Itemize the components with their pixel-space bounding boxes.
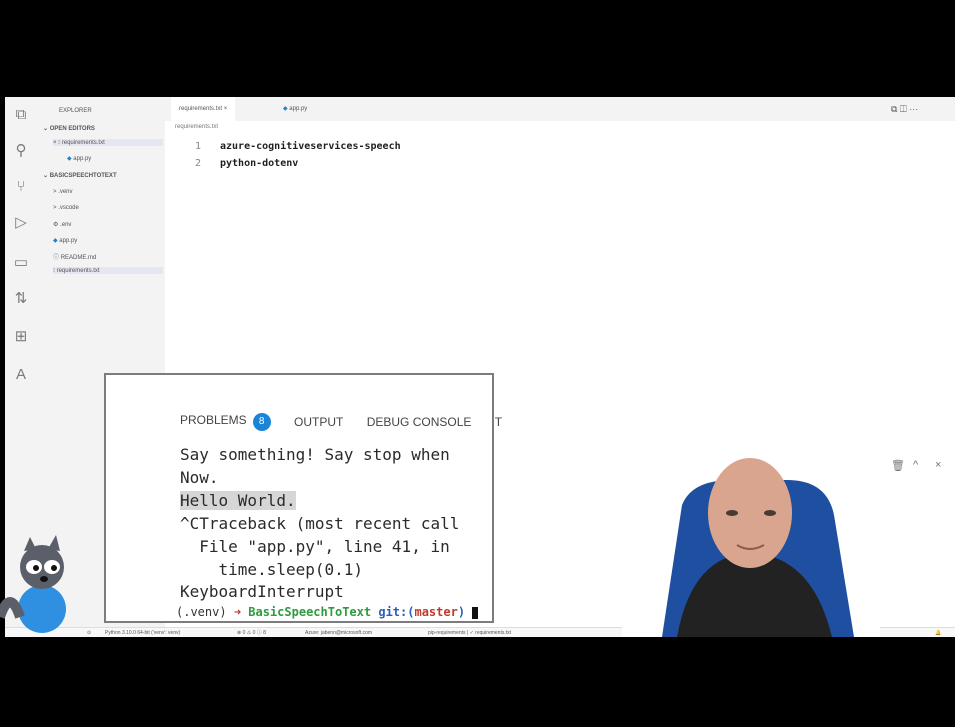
editor-tabs: requirements.txt × ◆ app.py ⧉ ◫ ⋯ [165, 97, 955, 121]
python-file-icon: ◆ [53, 238, 58, 244]
prompt-dir: BasicSpeechToText [248, 605, 372, 619]
prompt-branch: master [414, 605, 458, 619]
terminal-line: KeyboardInterrupt [180, 582, 344, 601]
face [708, 458, 792, 568]
python-file-icon: ◆ [67, 156, 72, 162]
source-control-icon[interactable]: ⑂ [11, 177, 31, 197]
tab-debug-console[interactable]: DEBUG CONSOLE [367, 415, 472, 429]
tree-item-label: requirements.txt [56, 268, 100, 274]
tree-item-label: .env [60, 222, 72, 228]
problems-count-badge: 8 [252, 413, 271, 431]
open-editor-item[interactable]: × ⁝ requirements.txt [53, 139, 163, 146]
terminal-line: time.sleep(0.1) [180, 560, 364, 579]
trash-icon[interactable]: 🗑 [891, 459, 905, 472]
open-editor-label: requirements.txt [61, 140, 105, 146]
python-file-icon: ◆ [283, 106, 288, 112]
code-line[interactable]: azure-cognitiveservices-speech [220, 141, 401, 152]
terminal-prompt[interactable]: (.venv) ➜ BasicSpeechToText git:(master) [176, 605, 479, 619]
terminal-line-selected[interactable]: Hello World. [180, 491, 296, 510]
info-icon: ⓘ [53, 255, 60, 261]
terminal-line: File "app.py", line 41, in [180, 537, 450, 556]
tree-item[interactable]: > .vscode [53, 205, 79, 211]
search-icon[interactable]: ⚲ [11, 141, 31, 161]
status-pip[interactable]: pip-requirements | ✓ requirements.txt [428, 628, 511, 637]
prompt-arrow-icon: ➜ [233, 605, 242, 619]
tab-label: requirements.txt [179, 106, 223, 112]
close-icon[interactable]: × [224, 106, 228, 112]
raccoon-mascot [0, 535, 66, 633]
zoom-callout: PROBLEMS 8 OUTPUT DEBUG CONSOLE T Say som… [104, 373, 502, 623]
folder-header[interactable]: ⌄ BASICSPEECHTOTEXT [43, 172, 117, 179]
prompt-env: (.venv) [176, 605, 227, 619]
line-number: 2 [195, 158, 202, 169]
webcam-overlay [622, 445, 880, 637]
extensions-icon[interactable]: ⊞ [11, 327, 31, 347]
prompt-git: git:( [378, 605, 415, 619]
open-editor-label: app.py [73, 156, 92, 162]
tab-requirements[interactable]: requirements.txt × [171, 97, 236, 121]
tab-label: PROBLEMS [180, 413, 247, 427]
remote-explorer-icon[interactable]: ▭ [11, 253, 31, 273]
terminal-cursor [472, 606, 479, 619]
tree-item[interactable]: ◆ app.py [53, 237, 77, 244]
status-azure[interactable]: Azure: jabenn@microsoft.com [305, 628, 372, 637]
status-remote-icon[interactable]: ⊙ [87, 628, 91, 637]
run-debug-icon[interactable]: ▷ [11, 213, 31, 233]
open-editors-label: OPEN EDITORS [49, 126, 95, 132]
tree-item-label: app.py [59, 238, 78, 244]
code-line[interactable]: python-dotenv [220, 158, 298, 169]
status-python[interactable]: Python 3.10.0 64-bit ('venv': venv) [105, 628, 180, 637]
tab-output[interactable]: OUTPUT [294, 415, 343, 429]
terminal-line: ^CTraceback (most recent call [180, 514, 460, 533]
tree-item-label: .vscode [58, 205, 79, 211]
open-editors-header[interactable]: ⌄ OPEN EDITORS [43, 125, 95, 132]
tree-item-label: README.md [60, 255, 97, 261]
tab-problems[interactable]: PROBLEMS 8 [180, 413, 271, 431]
terminal-line: Say something! Say stop when [180, 445, 450, 464]
tree-item[interactable]: > .venv [53, 189, 73, 195]
files-icon[interactable]: ⧉ [11, 105, 31, 125]
tree-item-label: .venv [58, 189, 73, 195]
open-editor-item[interactable]: ◆ app.py [67, 155, 91, 162]
tab-terminal[interactable]: T [495, 415, 502, 429]
terminal-line: Now. [180, 468, 219, 487]
maximize-icon[interactable]: ^ [913, 459, 918, 471]
tree-item[interactable]: ⚙ .env [53, 221, 71, 228]
status-problems[interactable]: ⊗ 0 ⚠ 0 ⓘ 8 [237, 628, 266, 637]
close-panel-icon[interactable]: × [935, 459, 941, 471]
tab-label: app.py [289, 106, 308, 112]
gear-icon: ⚙ [53, 222, 59, 228]
explorer-title: EXPLORER [59, 108, 92, 114]
tree-item[interactable]: ⓘ README.md [53, 252, 96, 261]
folder-label: BASICSPEECHTOTEXT [49, 173, 117, 179]
bell-icon[interactable]: 🔔 [935, 628, 941, 637]
split-editor-icon[interactable]: ⧉ ◫ ⋯ [883, 97, 926, 121]
tab-app-py[interactable]: ◆ app.py [275, 97, 315, 121]
line-number: 1 [195, 141, 202, 152]
azure-icon[interactable]: A [11, 365, 31, 385]
panel-tabs: PROBLEMS 8 OUTPUT DEBUG CONSOLE T [180, 413, 522, 431]
pull-requests-icon[interactable]: ⇅ [11, 289, 31, 309]
breadcrumb[interactable]: requirements.txt [175, 124, 218, 130]
tree-item[interactable]: ⁝ requirements.txt [53, 267, 163, 274]
prompt-git-close: ) [457, 605, 466, 619]
